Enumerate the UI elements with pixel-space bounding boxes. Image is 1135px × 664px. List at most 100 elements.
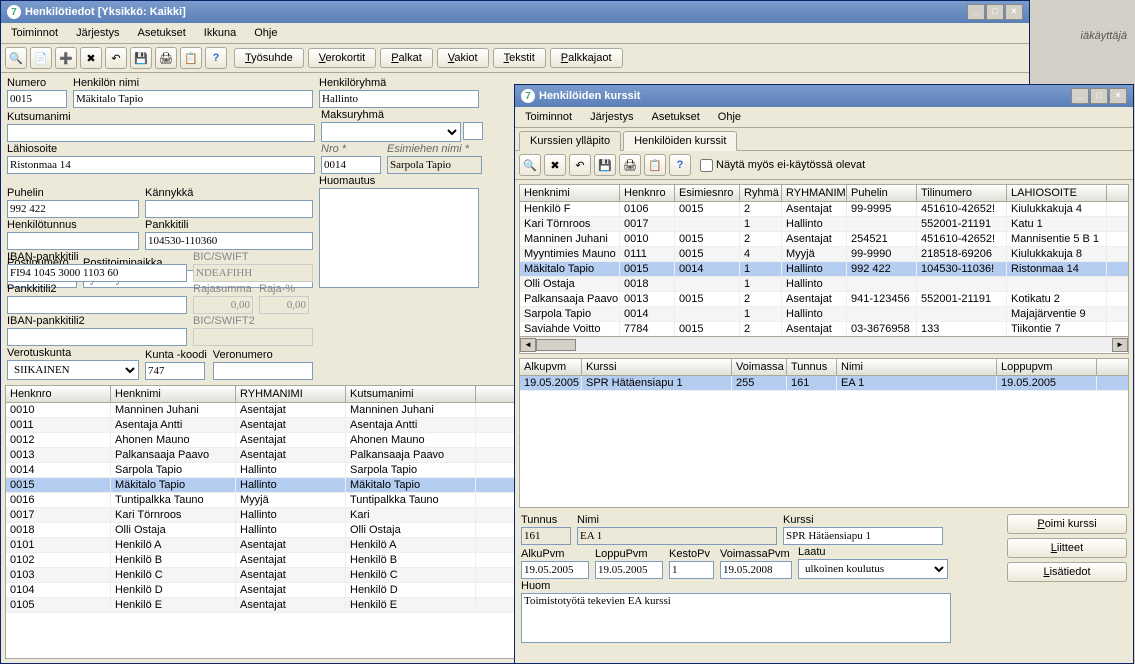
menu-järjestys[interactable]: Järjestys [68,25,127,41]
numero-field[interactable] [7,90,67,108]
pankkitili-field[interactable] [145,232,313,250]
maximize-button[interactable]: □ [1090,88,1108,104]
minimize-button[interactable]: _ [1071,88,1089,104]
new-icon[interactable]: 📄 [30,47,52,69]
kutsumanimi-field[interactable] [7,124,315,142]
scroll-thumb[interactable] [536,339,576,351]
table-row[interactable]: Palkansaaja Paavo001300152Asentajat941-1… [520,292,1128,307]
search-icon[interactable]: 🔍 [5,47,27,69]
kestopv-field[interactable] [669,561,714,579]
lisätiedot-button[interactable]: Lisätiedot [1007,562,1127,582]
close-button[interactable]: × [1005,4,1023,20]
iban2-field[interactable] [7,328,187,346]
undo-icon[interactable]: ↶ [105,47,127,69]
maximize-button[interactable]: □ [986,4,1004,20]
iban-field[interactable] [7,264,187,282]
työsuhde-button[interactable]: Työsuhde [234,48,304,68]
nro-field[interactable] [321,156,381,174]
bic2-field[interactable] [193,328,313,346]
tekstit-button[interactable]: Tekstit [493,48,546,68]
table-row[interactable]: Henkilö F010600152Asentajat99-9995451610… [520,202,1128,217]
loppupvm-field[interactable] [595,561,663,579]
menu-ikkuna[interactable]: Ikkuna [196,25,244,41]
scroll-left-icon[interactable]: ◄ [520,338,536,352]
poimi-kurssi-button[interactable]: Poimi kurssi [1007,514,1127,534]
print-icon[interactable]: 🖨 [619,154,641,176]
menu-ohje[interactable]: Ohje [246,25,285,41]
menu-toiminnot[interactable]: Toiminnot [517,109,580,125]
liitteet-button[interactable]: Liitteet [1007,538,1127,558]
col-lahiosoite[interactable]: LAHIOSOITE [1007,185,1107,201]
delete-icon[interactable]: ✖ [80,47,102,69]
delete-icon[interactable]: ✖ [544,154,566,176]
palkat-button[interactable]: Palkat [380,48,433,68]
col-kutsumanimi[interactable]: Kutsumanimi [346,386,476,402]
col-tunnus[interactable]: Tunnus [787,359,837,375]
table-row[interactable]: Mäkitalo Tapio001500141Hallinto992 42210… [520,262,1128,277]
nimi-field[interactable] [577,527,777,545]
help-icon[interactable]: ? [669,154,691,176]
table-row[interactable]: Saviahde Voitto778400152Asentajat03-3676… [520,322,1128,336]
rajapct-field[interactable] [259,296,309,314]
kannykka-field[interactable] [145,200,313,218]
kuntakoodi-field[interactable] [145,362,205,380]
col-kurssi[interactable]: Kurssi [582,359,732,375]
huom-field[interactable] [319,188,479,288]
search-icon[interactable]: 🔍 [519,154,541,176]
col-ryhmanimi[interactable]: RYHMANIMI [782,185,847,201]
print-icon[interactable]: 🖨 [155,47,177,69]
table-row[interactable]: Kari Törnroos00171Hallinto552001-21191Ka… [520,217,1128,232]
pankkitili2-field[interactable] [7,296,187,314]
rajasumma-field[interactable] [193,296,253,314]
menu-asetukset[interactable]: Asetukset [129,25,193,41]
table-row[interactable]: Sarpola Tapio00141HallintoMajajärventie … [520,307,1128,322]
tab-0[interactable]: Kurssien ylläpito [519,131,621,151]
col-voimassa[interactable]: Voimassa [732,359,787,375]
menu-järjestys[interactable]: Järjestys [582,109,641,125]
bic-field[interactable] [193,264,313,282]
save-icon[interactable]: 💾 [130,47,152,69]
laatu-select[interactable]: ulkoinen koulutus [798,559,948,579]
puhelin-field[interactable] [7,200,139,218]
table-row[interactable]: Olli Ostaja00181Hallinto [520,277,1128,292]
col-henknro[interactable]: Henknro [6,386,111,402]
menu-ohje[interactable]: Ohje [710,109,749,125]
col-puhelin[interactable]: Puhelin [847,185,917,201]
alkupvm-field[interactable] [521,561,589,579]
tunnus-field[interactable] [521,527,571,545]
verotuskunta-select[interactable]: SIIKAINEN [7,360,139,380]
palkkajaot-button[interactable]: Palkkajaot [550,48,623,68]
table-row[interactable]: Myyntimies Mauno011100154Myyjä99-9990218… [520,247,1128,262]
minimize-button[interactable]: _ [967,4,985,20]
henknimi-field[interactable] [73,90,313,108]
kurssi-field[interactable] [783,527,943,545]
maksuryhma-aux[interactable] [463,122,483,140]
verokortit-button[interactable]: Verokortit [308,48,376,68]
menu-toiminnot[interactable]: Toiminnot [3,25,66,41]
add-icon[interactable]: ➕ [55,47,77,69]
table-row[interactable]: Manninen Juhani001000152Asentajat2545214… [520,232,1128,247]
voimassapvm-field[interactable] [720,561,792,579]
col-ryhmä[interactable]: Ryhmä [740,185,782,201]
col-ryhmanimi[interactable]: RYHMANIMI [236,386,346,402]
lahi-field[interactable] [7,156,315,174]
col-henknimi[interactable]: Henknimi [520,185,620,201]
col-loppupvm[interactable]: Loppupvm [997,359,1097,375]
menu-asetukset[interactable]: Asetukset [643,109,707,125]
col-henknro[interactable]: Henknro [620,185,675,201]
henkryhma-field[interactable] [319,90,479,108]
col-alkupvm[interactable]: Alkupvm [520,359,582,375]
vakiot-button[interactable]: Vakiot [437,48,489,68]
help-icon[interactable]: ? [205,47,227,69]
table-row[interactable]: 19.05.2005SPR Hätäensiapu 1255161EA 119.… [520,376,1128,391]
h-scrollbar[interactable]: ◄ ► [520,336,1128,352]
col-henknimi[interactable]: Henknimi [111,386,236,402]
col-nimi[interactable]: Nimi [837,359,997,375]
col-esimiesnro[interactable]: Esimiesnro [675,185,740,201]
tab-1[interactable]: Henkilöiden kurssit [623,131,737,151]
maksuryhma-select[interactable] [321,122,461,142]
preview-icon[interactable]: 📋 [644,154,666,176]
preview-icon[interactable]: 📋 [180,47,202,69]
save-icon[interactable]: 💾 [594,154,616,176]
close-button[interactable]: × [1109,88,1127,104]
